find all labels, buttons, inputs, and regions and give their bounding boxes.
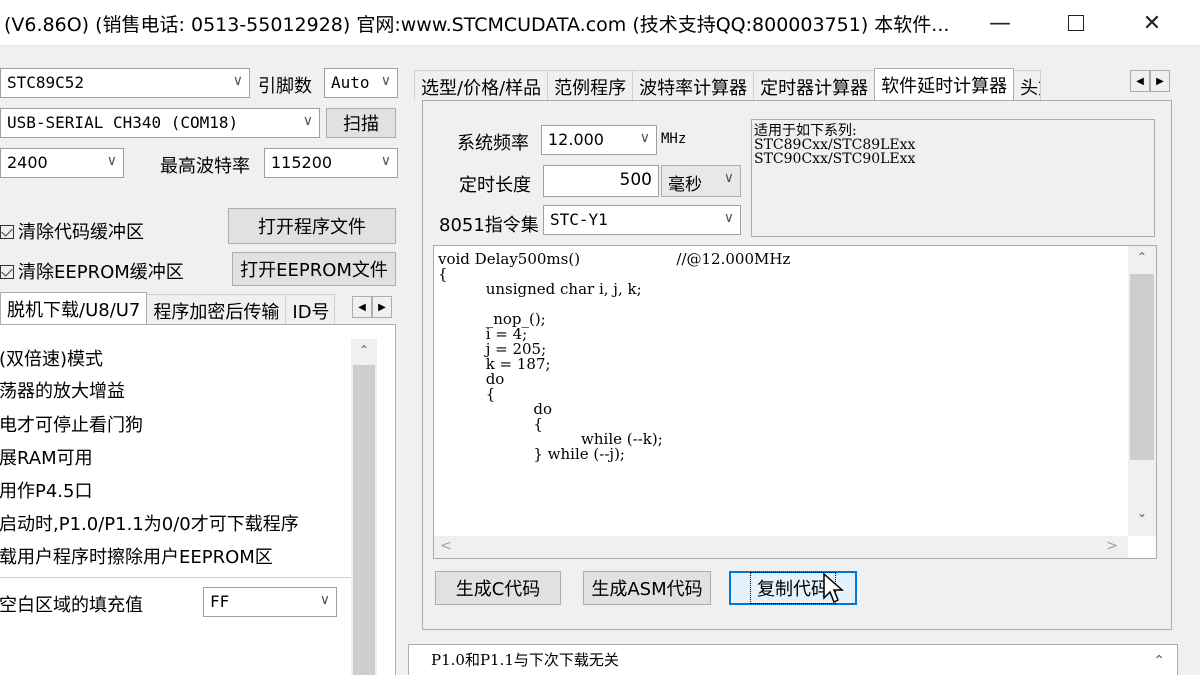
list-item[interactable]: 荡器的放大增益 — [0, 377, 125, 403]
system-frequency-select[interactable]: 12.000 ∨ — [541, 125, 657, 155]
minimize-icon: — — [989, 10, 1011, 36]
minimize-button[interactable]: — — [972, 0, 1028, 46]
delay-length-value: 500 — [619, 170, 652, 190]
right-tab-strip: 选型/价格/样品 范例程序 波特率计算器 定时器计算器 软件延时计算器 头文 — [414, 68, 1042, 100]
code-vertical-scrollbar[interactable]: ⌃ ⌄ — [1128, 246, 1156, 536]
code-output-area[interactable]: void Delay500ms() //@12.000MHz { unsigne… — [433, 245, 1157, 559]
bottom-info-box: P1.0和P1.1与下次下载无关 ⌃ — [408, 644, 1178, 675]
scroll-up-icon[interactable]: ⌃ — [351, 339, 377, 361]
scrollbar-thumb[interactable] — [1130, 274, 1154, 460]
series-info-box: 适用于如下系列: STC89Cxx/STC89LExx STC90Cxx/STC… — [751, 119, 1155, 237]
delay-unit-value: 毫秒 — [668, 175, 702, 195]
tab-id[interactable]: ID号 — [285, 294, 336, 324]
fill-value-label: 空白区域的填充值 — [0, 595, 143, 616]
clear-code-checkbox[interactable]: 清除代码缓冲区 — [0, 218, 144, 244]
window-title: (V6.86O) (销售电话: 0513-55012928) 官网:www.ST… — [4, 14, 950, 36]
code-text[interactable]: void Delay500ms() //@12.000MHz { unsigne… — [438, 252, 790, 462]
chevron-down-icon: ∨ — [723, 210, 734, 226]
divider — [0, 577, 351, 578]
title-bar: (V6.86O) (销售电话: 0513-55012928) 官网:www.ST… — [0, 0, 1200, 46]
chevron-down-icon: ∨ — [232, 73, 243, 89]
chevron-down-icon: ∨ — [319, 592, 330, 608]
mcu-select-value: STC89C52 — [7, 73, 85, 92]
fill-value: FF — [210, 592, 230, 611]
delay-length-label: 定时长度 — [459, 175, 531, 196]
scroll-left-icon[interactable]: < — [440, 538, 452, 554]
delay-unit-select[interactable]: 毫秒 ∨ — [661, 165, 741, 197]
right-arrow-icon[interactable]: ▶ — [1150, 70, 1170, 92]
maximize-button[interactable] — [1048, 0, 1104, 46]
system-frequency-label: 系统频率 — [457, 133, 529, 154]
min-baud-select[interactable]: 2400 ∨ — [0, 148, 124, 178]
scroll-right-icon[interactable]: > — [1106, 538, 1118, 554]
left-tab-scroll: ◀ ▶ — [352, 296, 392, 318]
tab-header-file[interactable]: 头文 — [1013, 70, 1042, 100]
bottom-info-text: P1.0和P1.1与下次下载无关 — [431, 651, 619, 669]
tab-offline-download[interactable]: 脱机下载/U8/U7 — [0, 292, 148, 324]
min-baud-value: 2400 — [7, 153, 48, 172]
frequency-unit: MHz — [661, 131, 687, 147]
mcu-select[interactable]: STC89C52 ∨ — [0, 68, 250, 98]
series-info-text: 适用于如下系列: STC89Cxx/STC89LExx STC90Cxx/STC… — [754, 123, 916, 167]
generate-c-code-button[interactable]: 生成C代码 — [435, 571, 561, 605]
max-baud-label: 最高波特率 — [160, 156, 250, 177]
checkbox-check-icon — [0, 225, 14, 239]
tab-sample-programs[interactable]: 范例程序 — [547, 70, 634, 100]
list-item[interactable]: 载用户程序时擦除用户EEPROM区 — [0, 543, 273, 569]
instruction-set-label: 8051指令集 — [439, 215, 539, 236]
delay-length-input[interactable]: 500 — [543, 165, 659, 197]
right-tab-scroll: ◀ ▶ — [1130, 70, 1170, 92]
tab-selection-price[interactable]: 选型/价格/样品 — [414, 70, 549, 100]
fill-value-select[interactable]: FF ∨ — [203, 587, 337, 617]
system-frequency-value: 12.000 — [548, 130, 604, 149]
max-baud-value: 115200 — [271, 153, 333, 172]
scroll-up-icon[interactable]: ⌃ — [1128, 246, 1156, 268]
tab-delay-calculator[interactable]: 软件延时计算器 — [874, 68, 1015, 100]
list-item[interactable]: (双倍速)模式 — [0, 345, 103, 371]
pin-count-select[interactable]: Auto ∨ — [324, 68, 398, 98]
tab-baud-calculator[interactable]: 波特率计算器 — [632, 70, 755, 100]
chevron-down-icon: ∨ — [380, 153, 391, 169]
pin-count-label: 引脚数 — [258, 76, 312, 97]
instruction-set-select[interactable]: STC-Y1 ∨ — [543, 205, 741, 235]
open-eeprom-file-button[interactable]: 打开EEPROM文件 — [232, 252, 396, 286]
instruction-set-value: STC-Y1 — [550, 210, 608, 229]
right-arrow-icon[interactable]: ▶ — [372, 296, 392, 318]
scroll-down-icon[interactable]: ⌄ — [1128, 502, 1156, 524]
chevron-down-icon: ∨ — [380, 73, 391, 89]
chevron-down-icon: ∨ — [106, 153, 117, 169]
scan-button[interactable]: 扫描 — [326, 108, 396, 138]
com-port-select[interactable]: USB-SERIAL CH340 (COM18) ∨ — [0, 108, 320, 138]
chevron-down-icon: ∨ — [639, 130, 650, 146]
tab-timer-calculator[interactable]: 定时器计算器 — [753, 70, 876, 100]
max-baud-select[interactable]: 115200 ∨ — [264, 148, 398, 178]
scroll-up-icon[interactable]: ⌃ — [1153, 653, 1165, 669]
code-horizontal-scrollbar[interactable]: < > — [434, 536, 1128, 558]
list-item[interactable]: 展RAM可用 — [0, 444, 93, 470]
checkbox-check-icon — [0, 265, 14, 279]
maximize-icon — [1068, 15, 1084, 31]
open-program-file-button[interactable]: 打开程序文件 — [228, 208, 396, 244]
left-arrow-icon[interactable]: ◀ — [352, 296, 372, 318]
options-scrollbar[interactable]: ⌃ — [351, 339, 377, 675]
options-panel: (双倍速)模式 荡器的放大增益 电才可停止看门狗 展RAM可用 用作P4.5口 … — [0, 324, 396, 675]
list-item[interactable]: 电才可停止看门狗 — [0, 411, 143, 437]
left-arrow-icon[interactable]: ◀ — [1130, 70, 1150, 92]
close-icon: ✕ — [1142, 10, 1162, 36]
clear-eeprom-checkbox[interactable]: 清除EEPROM缓冲区 — [0, 258, 184, 284]
delay-calculator-panel: 系统频率 12.000 ∨ MHz 定时长度 500 毫秒 ∨ 8051指令集 … — [422, 100, 1172, 630]
com-port-value: USB-SERIAL CH340 (COM18) — [7, 113, 239, 132]
chevron-down-icon: ∨ — [723, 170, 734, 186]
list-item[interactable]: 启动时,P1.0/P1.1为0/0才可下载程序 — [0, 510, 299, 536]
close-button[interactable]: ✕ — [1124, 0, 1180, 46]
scrollbar-thumb[interactable] — [353, 365, 375, 675]
mouse-pointer-icon — [823, 572, 844, 604]
list-item[interactable]: 用作P4.5口 — [0, 477, 92, 503]
generate-asm-code-button[interactable]: 生成ASM代码 — [583, 571, 711, 605]
pin-count-value: Auto — [331, 73, 370, 92]
chevron-down-icon: ∨ — [302, 113, 313, 129]
left-tab-strip: 脱机下载/U8/U7 程序加密后传输 ID号 — [0, 292, 336, 324]
tab-encrypted-transfer[interactable]: 程序加密后传输 — [146, 294, 287, 324]
